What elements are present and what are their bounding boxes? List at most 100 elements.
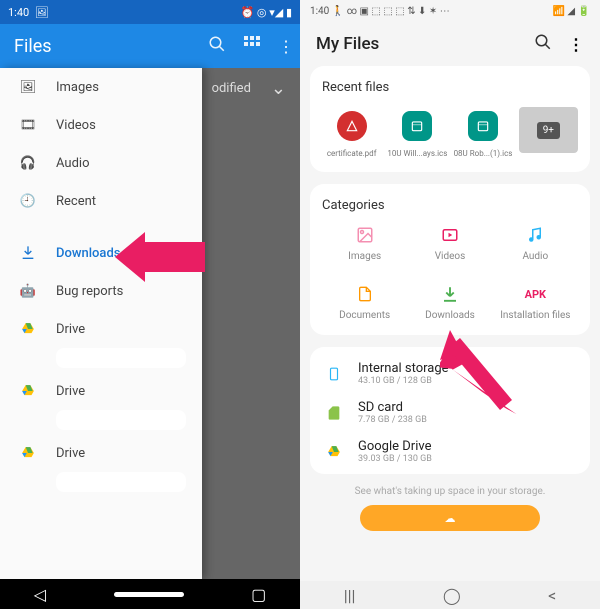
- storage-size: 39.03 GB / 130 GB: [358, 454, 432, 464]
- home-icon[interactable]: ◯: [443, 586, 461, 605]
- drawer-label: Videos: [56, 118, 96, 133]
- analyze-button[interactable]: ☁: [360, 505, 540, 531]
- app-title: Files: [14, 36, 52, 57]
- section-heading: Categories: [322, 198, 578, 213]
- clock: 1:40: [8, 6, 29, 19]
- drawer-label: Recent: [56, 194, 96, 209]
- category-downloads[interactable]: Downloads: [407, 284, 492, 321]
- samsung-my-files-app: 1:40 🚶 ∞ ▣ ⬚ ⬚ ⬚ ⇅ ⬇ ✶ ⋯ 📶 ◢ 🔋 My Files …: [300, 0, 600, 609]
- category-label: Installation files: [500, 310, 570, 321]
- storage-drive[interactable]: Google Drive 39.03 GB / 130 GB: [322, 439, 578, 464]
- category-label: Videos: [435, 251, 466, 262]
- grid-view-icon[interactable]: [244, 36, 260, 57]
- status-bar: 1:40 🖼 ⏰ ◎ ▾◢ ▮: [0, 0, 300, 24]
- pdf-icon: [337, 111, 367, 141]
- storage-size: 7.78 GB / 238 GB: [358, 415, 427, 425]
- samsung-navbar: ||| ◯ <: [300, 581, 600, 609]
- category-label: Documents: [339, 310, 390, 321]
- drawer-item-drive[interactable]: Drive: [0, 434, 202, 472]
- video-icon: 🎞: [18, 118, 38, 133]
- section-heading: Recent files: [322, 80, 578, 95]
- category-audio[interactable]: Audio: [493, 225, 578, 262]
- drawer-label: Downloads: [56, 246, 120, 261]
- drawer-subitem: [56, 348, 186, 368]
- annotation-arrow: [115, 232, 205, 282]
- android-navbar: ◁ ▢: [0, 579, 300, 609]
- category-images[interactable]: Images: [322, 225, 407, 262]
- recent-file[interactable]: certificate.pdf: [322, 107, 381, 158]
- apk-icon: APK: [525, 284, 546, 304]
- category-documents[interactable]: Documents: [322, 284, 407, 321]
- more-count: 9+: [537, 122, 560, 139]
- search-icon[interactable]: [534, 33, 552, 55]
- app-bar: Files ⋮: [0, 24, 300, 68]
- file-label: 08U Rob...(1).ics: [453, 149, 512, 158]
- calendar-icon: [468, 111, 498, 141]
- recent-file[interactable]: 10U Will...ays.ics: [387, 107, 447, 158]
- drive-icon: [322, 445, 346, 459]
- storage-size: 43.10 GB / 128 GB: [358, 376, 449, 386]
- drive-icon: [18, 446, 38, 460]
- download-icon: [441, 284, 459, 304]
- home-pill[interactable]: [114, 592, 184, 597]
- more-icon[interactable]: ⋮: [278, 37, 294, 56]
- drawer-subitem: [56, 472, 186, 492]
- recents-icon[interactable]: |||: [344, 586, 356, 605]
- phone-icon: [322, 364, 346, 384]
- download-icon: [18, 245, 38, 261]
- recent-icon: 🕘: [18, 194, 38, 209]
- back-icon[interactable]: <: [548, 586, 556, 605]
- drawer-label: Drive: [56, 384, 85, 399]
- recent-files-card: Recent files certificate.pdf 10U Will...…: [310, 66, 590, 172]
- chevron-down-icon[interactable]: ⌄: [271, 78, 286, 99]
- drive-icon: [18, 384, 38, 398]
- drawer-item-drive[interactable]: Drive: [0, 310, 202, 348]
- back-icon[interactable]: ◁: [34, 585, 46, 604]
- drawer-item-videos[interactable]: 🎞 Videos: [0, 106, 202, 144]
- storage-title: Internal storage: [358, 361, 449, 376]
- image-icon: [356, 225, 374, 245]
- bug-icon: 🤖: [18, 284, 38, 299]
- video-icon: [441, 225, 459, 245]
- drive-icon: [18, 322, 38, 336]
- file-label: 10U Will...ays.ics: [387, 149, 447, 158]
- drawer-item-audio[interactable]: 🎧 Audio: [0, 144, 202, 182]
- clock: 1:40: [310, 6, 329, 17]
- drawer-label: Bug reports: [56, 284, 123, 299]
- recents-icon[interactable]: ▢: [251, 585, 266, 604]
- more-thumb: 9+: [519, 107, 578, 153]
- page-title: My Files: [316, 34, 379, 54]
- audio-icon: [526, 225, 544, 245]
- recent-more[interactable]: 9+: [519, 107, 578, 158]
- recent-file[interactable]: 08U Rob...(1).ics: [453, 107, 512, 158]
- sort-label: odified: [212, 81, 251, 96]
- audio-icon: 🎧: [18, 156, 38, 171]
- category-label: Images: [348, 251, 381, 262]
- more-icon[interactable]: ⋮: [568, 35, 584, 54]
- categories-card: Categories Images Videos Audio Documents…: [310, 184, 590, 335]
- search-icon[interactable]: [208, 35, 226, 58]
- category-label: Downloads: [425, 310, 475, 321]
- document-icon: [357, 284, 373, 304]
- drawer-item-drive[interactable]: Drive: [0, 372, 202, 410]
- drawer-label: Images: [56, 80, 99, 95]
- sdcard-icon: [322, 404, 346, 422]
- drawer-label: Drive: [56, 446, 85, 461]
- android-files-app: 1:40 🖼 ⏰ ◎ ▾◢ ▮ Files ⋮ odified ⌄ d72304…: [0, 0, 300, 609]
- app-header: My Files ⋮: [300, 22, 600, 66]
- annotation-arrow: [440, 330, 520, 430]
- navigation-drawer: 🖼 Images 🎞 Videos 🎧 Audio 🕘 Recent Downl…: [0, 68, 202, 579]
- drawer-item-recent[interactable]: 🕘 Recent: [0, 182, 202, 220]
- drawer-label: Drive: [56, 322, 85, 337]
- image-icon: 🖼: [18, 80, 38, 95]
- storage-title: Google Drive: [358, 439, 432, 454]
- drawer-item-images[interactable]: 🖼 Images: [0, 68, 202, 106]
- storage-analysis-text: See what's taking up space in your stora…: [300, 486, 600, 497]
- calendar-icon: [402, 111, 432, 141]
- category-install[interactable]: APK Installation files: [493, 284, 578, 321]
- status-bar: 1:40 🚶 ∞ ▣ ⬚ ⬚ ⬚ ⇅ ⬇ ✶ ⋯ 📶 ◢ 🔋: [300, 0, 600, 22]
- category-label: Audio: [522, 251, 548, 262]
- storage-title: SD card: [358, 400, 427, 415]
- drawer-subitem: [56, 410, 186, 430]
- category-videos[interactable]: Videos: [407, 225, 492, 262]
